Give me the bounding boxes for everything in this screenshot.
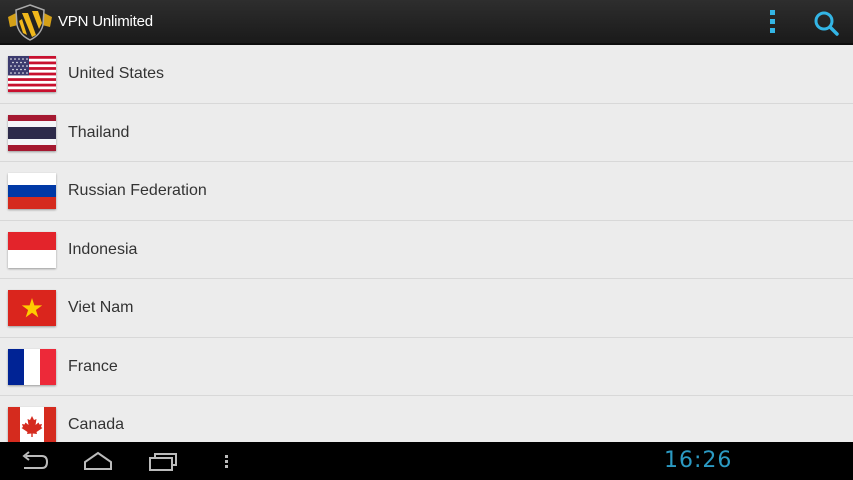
country-row-canada[interactable]: Canada <box>0 396 853 442</box>
menu-icon[interactable] <box>222 450 232 472</box>
clock: 16:26 <box>664 448 733 473</box>
country-name: Canada <box>68 416 125 433</box>
recent-apps-icon[interactable] <box>147 450 179 472</box>
country-row-thailand[interactable]: Thailand <box>0 104 853 162</box>
app-title: VPN Unlimited <box>58 13 153 30</box>
country-row-united-states[interactable]: United States <box>0 45 853 104</box>
country-list: United States Thailand Russian Federatio… <box>0 45 853 442</box>
thailand-flag-icon <box>8 114 56 151</box>
us-flag-icon <box>8 56 56 92</box>
country-row-france[interactable]: France <box>0 338 853 396</box>
vietnam-flag-icon <box>8 290 56 326</box>
country-name: Indonesia <box>68 240 138 258</box>
indonesia-flag-icon <box>8 231 56 268</box>
search-icon[interactable] <box>812 9 840 37</box>
country-row-russian-federation[interactable]: Russian Federation <box>0 162 853 221</box>
home-icon[interactable] <box>82 450 114 472</box>
country-name: Russian Federation <box>68 182 207 199</box>
country-name: Viet Nam <box>68 299 134 316</box>
russia-flag-icon <box>8 173 56 209</box>
country-name: France <box>68 357 118 375</box>
country-row-viet-nam[interactable]: Viet Nam <box>0 279 853 338</box>
action-bar: VPN Unlimited <box>0 0 853 45</box>
back-icon[interactable] <box>18 450 50 472</box>
country-name: United States <box>68 65 165 82</box>
app-screen: VPN Unlimited United States Thailand Rus… <box>0 0 853 480</box>
overflow-menu-icon[interactable] <box>770 10 780 36</box>
system-nav-bar: 16:26 <box>0 442 853 480</box>
shield-logo-icon[interactable] <box>6 3 54 41</box>
country-row-indonesia[interactable]: Indonesia <box>0 221 853 279</box>
canada-flag-icon <box>8 407 56 442</box>
france-flag-icon <box>8 348 56 385</box>
country-name: Thailand <box>68 123 130 141</box>
